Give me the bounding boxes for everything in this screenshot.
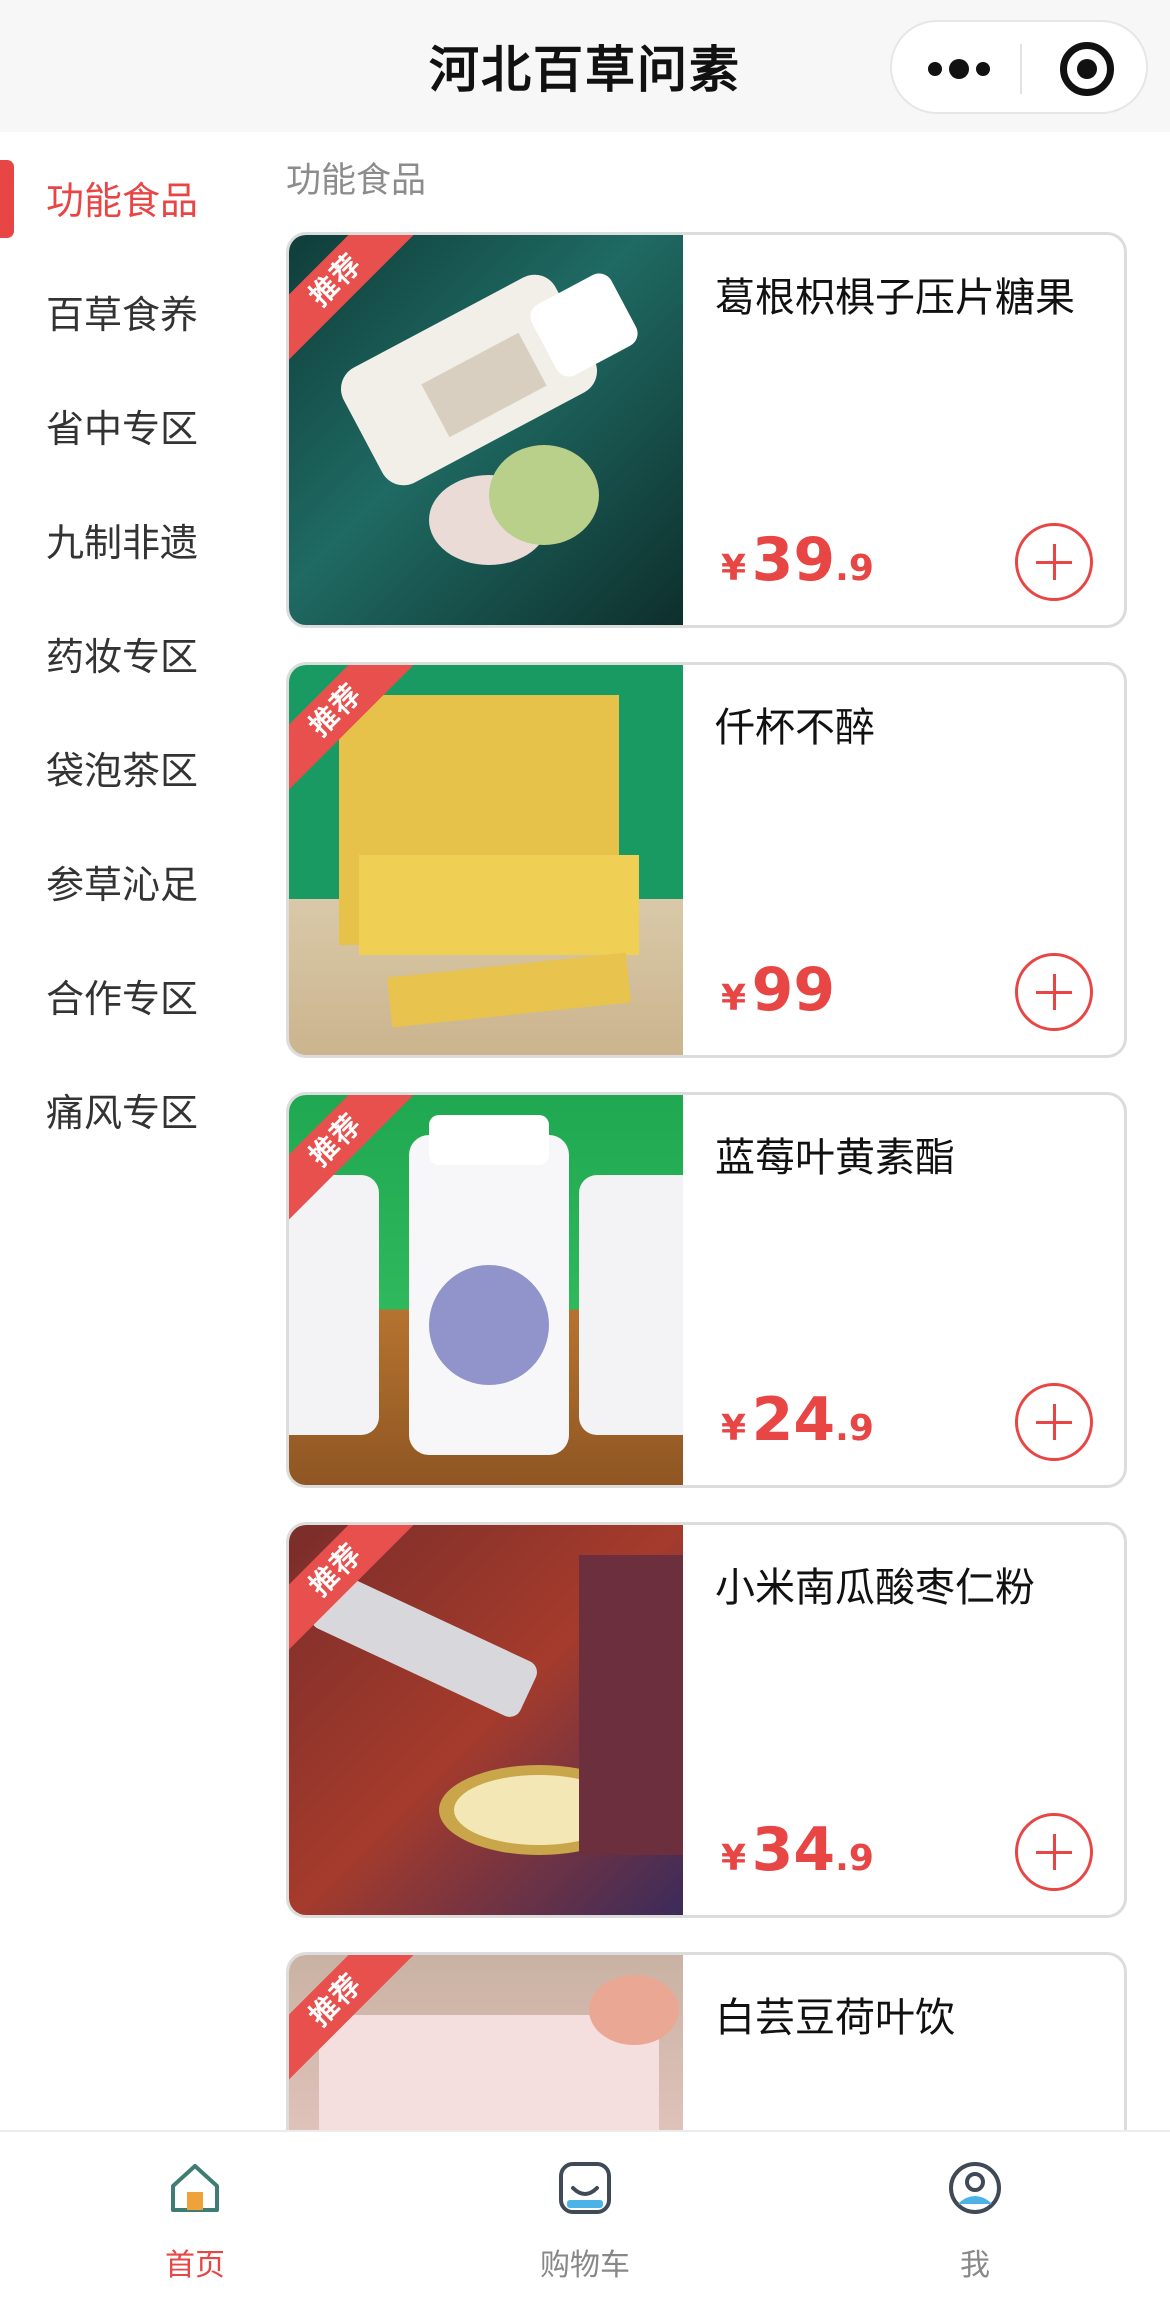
capsule-divider <box>1020 44 1022 94</box>
add-to-cart-icon[interactable] <box>1015 1383 1093 1461</box>
sidebar-item-cosmetics[interactable]: 药妆专区 <box>0 588 270 708</box>
sidebar-item-label: 袋泡茶区 <box>46 749 199 793</box>
product-card[interactable]: 推荐 蓝莓叶黄素酯 ¥ 24.9 <box>286 1092 1127 1488</box>
sidebar-item-partner[interactable]: 合作专区 <box>0 930 270 1050</box>
product-price: ¥ 39.9 <box>721 525 874 595</box>
home-icon <box>171 2164 219 2212</box>
more-dots-icon[interactable] <box>928 59 990 79</box>
section-title: 功能食品 <box>286 161 427 201</box>
active-indicator <box>0 160 14 238</box>
add-to-cart-icon[interactable] <box>1015 1813 1093 1891</box>
bottom-tab-bar: 首页 购物车 我 <box>0 2130 1170 2320</box>
tab-label: 购物车 <box>540 2248 630 2283</box>
sidebar-item-label: 参草沁足 <box>46 863 199 907</box>
product-name: 蓝莓叶黄素酯 <box>715 1135 955 1181</box>
profile-icon <box>949 2162 1001 2214</box>
sidebar-item-herb-diet[interactable]: 百草食养 <box>0 246 270 366</box>
tab-cart[interactable]: 购物车 <box>485 2152 685 2292</box>
sidebar-item-provincial[interactable]: 省中专区 <box>0 360 270 480</box>
tab-label: 首页 <box>165 2248 225 2283</box>
sidebar-item-label: 百草食养 <box>46 293 199 337</box>
add-to-cart-icon[interactable] <box>1015 523 1093 601</box>
cart-icon <box>559 2162 611 2214</box>
nav-bar: 河北百草问素 <box>0 0 1170 132</box>
sidebar-item-label: 合作专区 <box>46 977 199 1021</box>
sidebar-item-gout[interactable]: 痛风专区 <box>0 1044 270 1164</box>
target-circle-icon[interactable] <box>1060 42 1114 96</box>
tab-home[interactable]: 首页 <box>95 2152 295 2292</box>
add-to-cart-icon[interactable] <box>1015 953 1093 1031</box>
product-price: ¥ 34.9 <box>721 1815 874 1885</box>
sidebar-item-label: 痛风专区 <box>46 1091 199 1135</box>
product-image[interactable]: 推荐 <box>289 665 683 1055</box>
sidebar-item-label: 功能食品 <box>46 179 199 223</box>
sidebar-item-heritage[interactable]: 九制非遗 <box>0 474 270 594</box>
product-image[interactable]: 推荐 <box>289 1095 683 1485</box>
sidebar-item-label: 药妆专区 <box>46 635 199 679</box>
sidebar-item-teabag[interactable]: 袋泡茶区 <box>0 702 270 822</box>
product-name: 葛根枳椇子压片糖果 <box>715 275 1075 321</box>
product-name: 小米南瓜酸枣仁粉 <box>715 1565 1035 1611</box>
product-price: ¥ 24.9 <box>721 1385 874 1455</box>
sidebar-item-label: 九制非遗 <box>46 521 199 565</box>
category-sidebar: 功能食品 百草食养 省中专区 九制非遗 药妆专区 袋泡茶区 参草沁足 合作专区 … <box>0 132 270 2132</box>
product-name: 仟杯不醉 <box>715 705 875 751</box>
tab-label: 我 <box>960 2248 990 2283</box>
sidebar-item-foot-soak[interactable]: 参草沁足 <box>0 816 270 936</box>
product-image[interactable]: 推荐 <box>289 1525 683 1915</box>
mini-program-capsule <box>890 20 1148 114</box>
product-name: 白芸豆荷叶饮 <box>715 1995 955 2041</box>
product-card[interactable]: 推荐 小米南瓜酸枣仁粉 ¥ 34.9 <box>286 1522 1127 1918</box>
product-image[interactable]: 推荐 <box>289 235 683 625</box>
product-price: ¥ 99 <box>721 955 836 1025</box>
sidebar-item-function-food[interactable]: 功能食品 <box>0 132 270 252</box>
product-card[interactable]: 推荐 葛根枳椇子压片糖果 ¥ 39.9 <box>286 232 1127 628</box>
product-card[interactable]: 推荐 仟杯不醉 ¥ 99 <box>286 662 1127 1058</box>
sidebar-item-label: 省中专区 <box>46 407 199 451</box>
tab-profile[interactable]: 我 <box>875 2152 1075 2292</box>
